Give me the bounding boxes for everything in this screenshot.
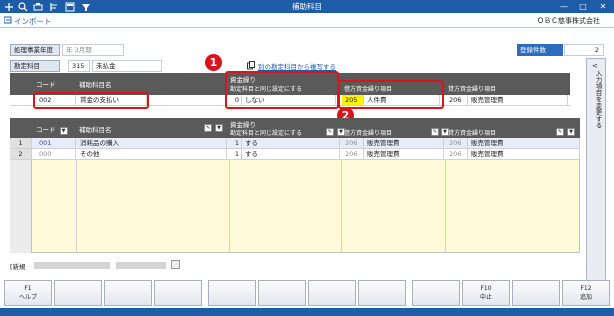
- highlight-new-row: [33, 92, 149, 109]
- fkey-label: 中止: [479, 294, 492, 301]
- info-icon[interactable]: [171, 260, 180, 269]
- chevron-down-icon[interactable]: ▼: [215, 124, 223, 132]
- fkey-key: F12: [580, 285, 592, 292]
- row-number: 1: [10, 138, 32, 149]
- list-col-name-header: 補助科目名: [79, 126, 112, 134]
- import-bar: インポート ＯＢＣ慈事株式会社: [0, 13, 614, 28]
- status-redacted: [116, 262, 166, 269]
- fkey-button[interactable]: [512, 280, 560, 306]
- fkey-button[interactable]: [208, 280, 256, 306]
- import-link[interactable]: インポート: [14, 16, 52, 27]
- row-credit-name: 販売管理費: [468, 149, 580, 160]
- row-credit-code[interactable]: 206: [446, 138, 468, 149]
- window-title: 補助科目: [292, 2, 322, 11]
- callout-1: 1: [205, 54, 222, 71]
- row-name[interactable]: 消耗品の購入: [77, 138, 227, 149]
- fkey-button[interactable]: [154, 280, 202, 306]
- edit-pen-icon[interactable]: ✎: [556, 128, 564, 136]
- title-bar: 補助科目 — □ ✕: [0, 0, 614, 13]
- column-divider: [229, 160, 230, 253]
- registered-count-label: 登録件数: [517, 44, 563, 56]
- column-divider: [341, 160, 342, 253]
- row-same-text: する: [242, 138, 340, 149]
- row-debit-code[interactable]: 206: [342, 138, 364, 149]
- col-code-header: コード: [36, 81, 56, 89]
- row-name[interactable]: その他: [77, 149, 227, 160]
- fkey-label: ヘルプ: [18, 294, 37, 301]
- row-number: 2: [10, 149, 32, 160]
- row-code[interactable]: 001: [36, 138, 76, 149]
- chevron-left-icon[interactable]: <: [592, 62, 598, 70]
- close-button[interactable]: ✕: [594, 0, 612, 13]
- calculator-icon[interactable]: [64, 1, 76, 12]
- bottom-bar: [0, 308, 614, 316]
- status-redacted: [34, 262, 110, 269]
- col-credit-header: 貸方資金繰り項目: [448, 86, 497, 93]
- minimize-button[interactable]: —: [555, 0, 573, 13]
- registered-count-value: 2: [564, 44, 604, 56]
- edit-credit-name: 販売管理費: [468, 95, 568, 106]
- company-name: ＯＢＣ慈事株式会社: [537, 17, 600, 25]
- chevron-down-icon[interactable]: ▼: [567, 128, 575, 136]
- row-debit-name: 販売管理費: [364, 138, 444, 149]
- account-name: 未払金: [92, 60, 162, 72]
- fkey-button[interactable]: [258, 280, 306, 306]
- edit-pen-icon[interactable]: ✎: [326, 128, 334, 136]
- copy-from-other-account-link[interactable]: 別の勘定科目から複写する: [258, 61, 336, 71]
- fkey-button[interactable]: [308, 280, 356, 306]
- row-code[interactable]: 000: [36, 149, 76, 160]
- fkey-button[interactable]: [104, 280, 152, 306]
- f1-help-button[interactable]: F1 ヘルプ: [4, 280, 52, 306]
- search-icon[interactable]: [17, 1, 29, 12]
- print-icon[interactable]: [32, 1, 44, 12]
- format-icon[interactable]: [48, 1, 60, 12]
- fkey-label: 追加: [579, 294, 592, 301]
- highlight-debit-item: [338, 80, 444, 109]
- row-same-no[interactable]: 1: [230, 149, 242, 160]
- maximize-button[interactable]: □: [574, 0, 592, 13]
- highlight-fund-setting: [225, 71, 339, 109]
- list-col-debit-header: 借方資金繰り項目: [344, 130, 393, 137]
- edit-pen-icon[interactable]: ✎: [204, 124, 212, 132]
- row-same-no[interactable]: 1: [230, 138, 242, 149]
- edit-credit-code[interactable]: 206: [446, 95, 468, 106]
- column-divider: [76, 160, 77, 253]
- account-code: 315: [68, 60, 90, 72]
- row-same-text: する: [242, 149, 340, 160]
- col-name-header: 補助科目名: [79, 81, 112, 89]
- row-debit-name: 販売管理費: [364, 149, 444, 160]
- filter-icon[interactable]: [80, 1, 92, 12]
- f10-cancel-button[interactable]: F10 中止: [462, 280, 510, 306]
- fkey-button[interactable]: [54, 280, 102, 306]
- fiscal-year-select[interactable]: 年 3月期: [62, 44, 124, 56]
- row-debit-code[interactable]: 206: [342, 149, 364, 160]
- fkey-key: F10: [480, 285, 492, 292]
- list-col-same-header: 勘定科目と同じ設定にする: [230, 130, 303, 137]
- status-mode: [新規: [10, 263, 26, 271]
- fkey-button[interactable]: [358, 280, 406, 306]
- list-col-credit-header: 貸方資金繰り項目: [448, 130, 497, 137]
- edit-pen-icon[interactable]: ✎: [431, 128, 439, 136]
- f12-add-button[interactable]: F12 追加: [562, 280, 610, 306]
- fkey-key: F1: [24, 285, 32, 292]
- fiscal-year-label: 処理事業年度: [10, 44, 60, 56]
- row-credit-code[interactable]: 206: [446, 149, 468, 160]
- import-icon: [3, 16, 12, 24]
- column-divider: [445, 160, 446, 253]
- copy-icon: [247, 61, 255, 70]
- row-credit-name: 販売管理費: [468, 138, 580, 149]
- list-col-code-header: コード: [36, 126, 56, 134]
- chevron-down-icon[interactable]: ▼: [59, 127, 68, 135]
- change-input-items-label[interactable]: 入力項目を変更する: [591, 70, 603, 129]
- fkey-button[interactable]: [412, 280, 460, 306]
- plus-icon[interactable]: [3, 1, 15, 12]
- row-number-column: [10, 160, 32, 253]
- account-label: 勘定科目: [10, 60, 60, 72]
